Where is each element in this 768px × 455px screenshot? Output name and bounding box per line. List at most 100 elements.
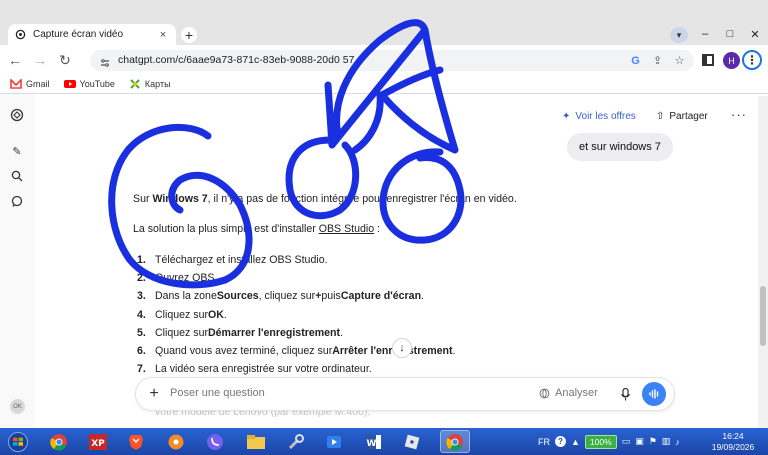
close-window-button[interactable]: ✕ bbox=[743, 24, 767, 44]
taskbar-burner-icon[interactable] bbox=[164, 430, 188, 453]
share-label: Partager bbox=[669, 110, 708, 122]
message-composer[interactable]: + Poser une question Analyser bbox=[135, 377, 675, 411]
address-bar[interactable]: chatgpt.com/c/6aae9a73-871c-83eb-9088-20… bbox=[90, 50, 694, 71]
flag-icon[interactable]: ⚑ bbox=[649, 436, 657, 447]
step-text: puis bbox=[321, 290, 341, 303]
power-plug-icon[interactable]: ▭ bbox=[622, 436, 631, 447]
url-text: chatgpt.com/c/6aae9a73-871c-83eb-9088-20… bbox=[118, 54, 355, 66]
obs-studio-link[interactable]: OBS Studio bbox=[319, 223, 374, 235]
system-clock[interactable]: 16:24 19/09/2026 bbox=[708, 431, 758, 453]
reload-icon[interactable]: ↻ bbox=[57, 52, 73, 68]
volume-icon[interactable]: ♪ bbox=[675, 437, 680, 447]
user-message: et sur windows 7 bbox=[567, 133, 673, 161]
step-item: 1. Téléchargez et installez OBS Studio. bbox=[137, 251, 455, 269]
chatgpt-favicon-icon bbox=[14, 29, 26, 41]
profile-avatar[interactable]: H bbox=[723, 52, 740, 69]
display-icon[interactable]: ▣ bbox=[635, 436, 644, 447]
back-arrow-icon[interactable]: ← bbox=[7, 52, 23, 68]
taskbar-tools-icon[interactable] bbox=[284, 430, 308, 453]
page-scrollbar[interactable] bbox=[758, 96, 768, 428]
taskbar-brave-icon[interactable] bbox=[124, 430, 148, 453]
step-text: Téléchargez et installez OBS Studio. bbox=[155, 254, 328, 267]
windows-taskbar: XP W FR ? ▲ 100% ▭ ▣ ⚑ ▥ ♪ 16:24 19/09/2… bbox=[0, 428, 768, 455]
bookmark-youtube[interactable]: YouTube bbox=[63, 79, 115, 89]
step-item: 3. Dans la zone Sources, cliquez sur + pu… bbox=[137, 287, 455, 305]
steps-list: 1. Téléchargez et installez OBS Studio. 2.… bbox=[137, 251, 455, 378]
share-page-icon[interactable]: ⇪ bbox=[650, 53, 665, 68]
new-chat-icon[interactable]: ✎ bbox=[10, 144, 24, 158]
network-icon[interactable]: ▥ bbox=[662, 436, 671, 447]
answer-paragraph-2: La solution la plus simple est d'install… bbox=[133, 223, 380, 235]
add-attachment-icon[interactable]: + bbox=[145, 385, 163, 403]
step-text: , cliquez sur bbox=[258, 290, 316, 303]
bookmark-gmail[interactable]: Gmail bbox=[10, 79, 50, 89]
step-text: Cliquez sur bbox=[155, 308, 208, 321]
step-text: . bbox=[421, 290, 424, 303]
analyze-button[interactable]: Analyser bbox=[539, 387, 598, 399]
new-tab-button[interactable]: + bbox=[181, 27, 197, 43]
tray-arrow-icon[interactable]: ▲ bbox=[571, 437, 580, 447]
bookmark-star-icon[interactable]: ☆ bbox=[672, 53, 687, 68]
clock-date: 19/09/2026 bbox=[711, 442, 755, 452]
tab-close-button[interactable]: × bbox=[156, 29, 170, 41]
step-text: OK bbox=[208, 308, 224, 321]
bookmark-label: Карты bbox=[144, 79, 171, 89]
microphone-icon[interactable] bbox=[618, 386, 632, 402]
taskbar-roblox-icon[interactable] bbox=[400, 430, 424, 453]
step-item: 4. Cliquez sur OK. bbox=[137, 306, 455, 324]
help-icon[interactable]: ? bbox=[555, 436, 566, 447]
sparkle-icon: ✦ bbox=[562, 110, 571, 122]
language-indicator[interactable]: FR bbox=[538, 437, 550, 447]
google-lens-icon[interactable]: G bbox=[628, 53, 643, 68]
step-text: La vidéo sera enregistrée sur votre ordi… bbox=[155, 363, 372, 376]
chatgpt-logo-icon[interactable] bbox=[10, 108, 24, 122]
voice-mode-button[interactable] bbox=[642, 382, 666, 406]
library-icon[interactable] bbox=[10, 194, 24, 208]
share-button[interactable]: ⇧ Partager bbox=[656, 108, 708, 124]
svg-text:XP: XP bbox=[91, 439, 105, 449]
tab-search-button[interactable]: ▾ bbox=[670, 27, 688, 43]
scribble-stroke-bar bbox=[351, 91, 384, 154]
forward-arrow-icon[interactable]: → bbox=[32, 52, 48, 68]
site-info-icon[interactable] bbox=[100, 55, 110, 67]
taskbar-word-icon[interactable]: W bbox=[362, 430, 386, 453]
taskbar-explorer-icon[interactable] bbox=[244, 430, 268, 453]
windows-logo-icon bbox=[8, 431, 28, 452]
maximize-button[interactable]: □ bbox=[718, 24, 742, 44]
scroll-down-button[interactable]: ↓ bbox=[392, 338, 412, 358]
taskbar-viber-icon[interactable] bbox=[203, 430, 227, 453]
share-icon: ⇧ bbox=[656, 110, 665, 122]
gmail-icon bbox=[10, 79, 22, 89]
step-text: Quand vous avez terminé, cliquez sur bbox=[155, 345, 333, 358]
search-icon[interactable] bbox=[10, 169, 24, 183]
start-button[interactable] bbox=[4, 430, 32, 453]
see-offers-button[interactable]: ✦ Voir les offres bbox=[562, 108, 636, 124]
tab-title: Capture écran vidéo bbox=[33, 29, 124, 40]
side-panel-icon[interactable] bbox=[702, 54, 714, 66]
bookmark-label: YouTube bbox=[79, 79, 115, 89]
step-number: 1. bbox=[137, 254, 146, 267]
taskbar-xp-app-icon[interactable]: XP bbox=[86, 430, 110, 453]
scrollbar-thumb[interactable] bbox=[760, 286, 766, 346]
clock-time: 16:24 bbox=[722, 431, 744, 441]
step-text: Sources bbox=[216, 290, 259, 303]
more-options-icon[interactable]: ··· bbox=[731, 107, 747, 122]
battery-indicator[interactable]: 100% bbox=[584, 434, 617, 449]
bookmark-maps[interactable]: Карты bbox=[129, 79, 171, 89]
tab-chatgpt[interactable]: Capture écran vidéo × bbox=[8, 24, 176, 45]
step-text: Cliquez sur bbox=[155, 326, 208, 339]
prompt-input[interactable]: Poser une question bbox=[170, 387, 265, 399]
chrome-divider bbox=[0, 93, 768, 94]
taskbar-media-icon[interactable] bbox=[322, 430, 346, 453]
tab-strip: Capture écran vidéo × + ▾ – □ ✕ bbox=[0, 0, 768, 45]
youtube-icon bbox=[63, 80, 76, 88]
user-avatar[interactable]: OK bbox=[10, 399, 25, 414]
taskbar-chrome-icon[interactable] bbox=[47, 430, 71, 453]
step-text: Ouvrez OBS. bbox=[155, 272, 218, 285]
step-text: . bbox=[340, 326, 344, 339]
minimize-button[interactable]: – bbox=[693, 24, 717, 44]
taskbar-chrome-active-icon[interactable] bbox=[440, 430, 470, 453]
analyze-label: Analyser bbox=[555, 387, 598, 399]
chrome-menu-icon[interactable]: ⋮ bbox=[742, 50, 762, 70]
step-number: 7. bbox=[137, 363, 146, 376]
